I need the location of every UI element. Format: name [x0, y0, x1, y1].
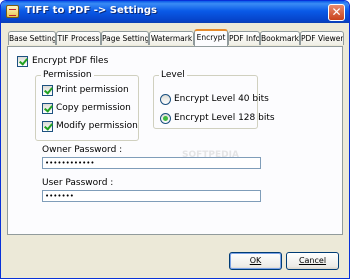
app-icon — [6, 5, 19, 18]
tab-tif-process[interactable]: TIF Process — [56, 31, 101, 45]
tab-pdf-info[interactable]: PDF Info — [228, 31, 260, 45]
tab-encrypt[interactable]: Encrypt — [194, 29, 228, 46]
copy-permission-checkbox[interactable] — [42, 103, 53, 114]
level-group-title: Level — [159, 70, 187, 80]
tab-base-setting[interactable]: Base Setting — [8, 31, 56, 45]
title-bar[interactable]: TIFF to PDF -> Settings ✕ — [1, 1, 349, 23]
ok-button[interactable]: OK — [229, 252, 282, 270]
copy-permission-label: Copy permission — [56, 103, 131, 113]
encrypt-pdf-label: Encrypt PDF files — [32, 56, 109, 66]
tab-bookmark[interactable]: Bookmark — [260, 31, 300, 45]
level-40-radio[interactable] — [160, 94, 171, 105]
permission-group: Permission Print permission Copy permiss… — [35, 70, 139, 141]
user-password-field[interactable]: ••••••• — [42, 190, 261, 202]
window-title: TIFF to PDF -> Settings — [25, 5, 157, 16]
owner-password-label: Owner Password : — [42, 145, 123, 155]
level-128-label: Encrypt Level 128 bits — [174, 113, 275, 123]
encrypt-pdf-checkbox[interactable] — [17, 56, 28, 67]
user-password-label: User Password : — [42, 178, 114, 188]
level-128-radio[interactable] — [160, 113, 171, 124]
modify-permission-checkbox[interactable] — [42, 121, 53, 132]
modify-permission-label: Modify permission — [56, 121, 138, 131]
owner-password-field[interactable]: •••••••••••• — [42, 157, 261, 169]
tab-strip: Base Setting TIF Process Page Setting Wa… — [8, 29, 344, 47]
print-permission-checkbox[interactable] — [42, 85, 53, 96]
level-group: Level Encrypt Level 40 bits Encrypt Leve… — [153, 70, 275, 129]
close-icon[interactable]: ✕ — [328, 4, 345, 21]
level-40-label: Encrypt Level 40 bits — [174, 94, 269, 104]
permission-group-title: Permission — [41, 70, 94, 80]
settings-window: TIFF to PDF -> Settings ✕ Base Setting T… — [0, 0, 350, 279]
tab-pdf-viewer[interactable]: PDF Viewer — [300, 31, 344, 45]
cancel-button[interactable]: Cancel — [286, 252, 339, 270]
encrypt-panel: Encrypt PDF files Permission Print permi… — [7, 46, 343, 235]
ok-button-label: OK — [249, 256, 262, 265]
cancel-button-label: Cancel — [298, 256, 327, 265]
tab-page-setting[interactable]: Page Setting — [101, 31, 149, 45]
print-permission-label: Print permission — [56, 85, 129, 95]
tab-watermark[interactable]: Watermark — [149, 31, 194, 45]
